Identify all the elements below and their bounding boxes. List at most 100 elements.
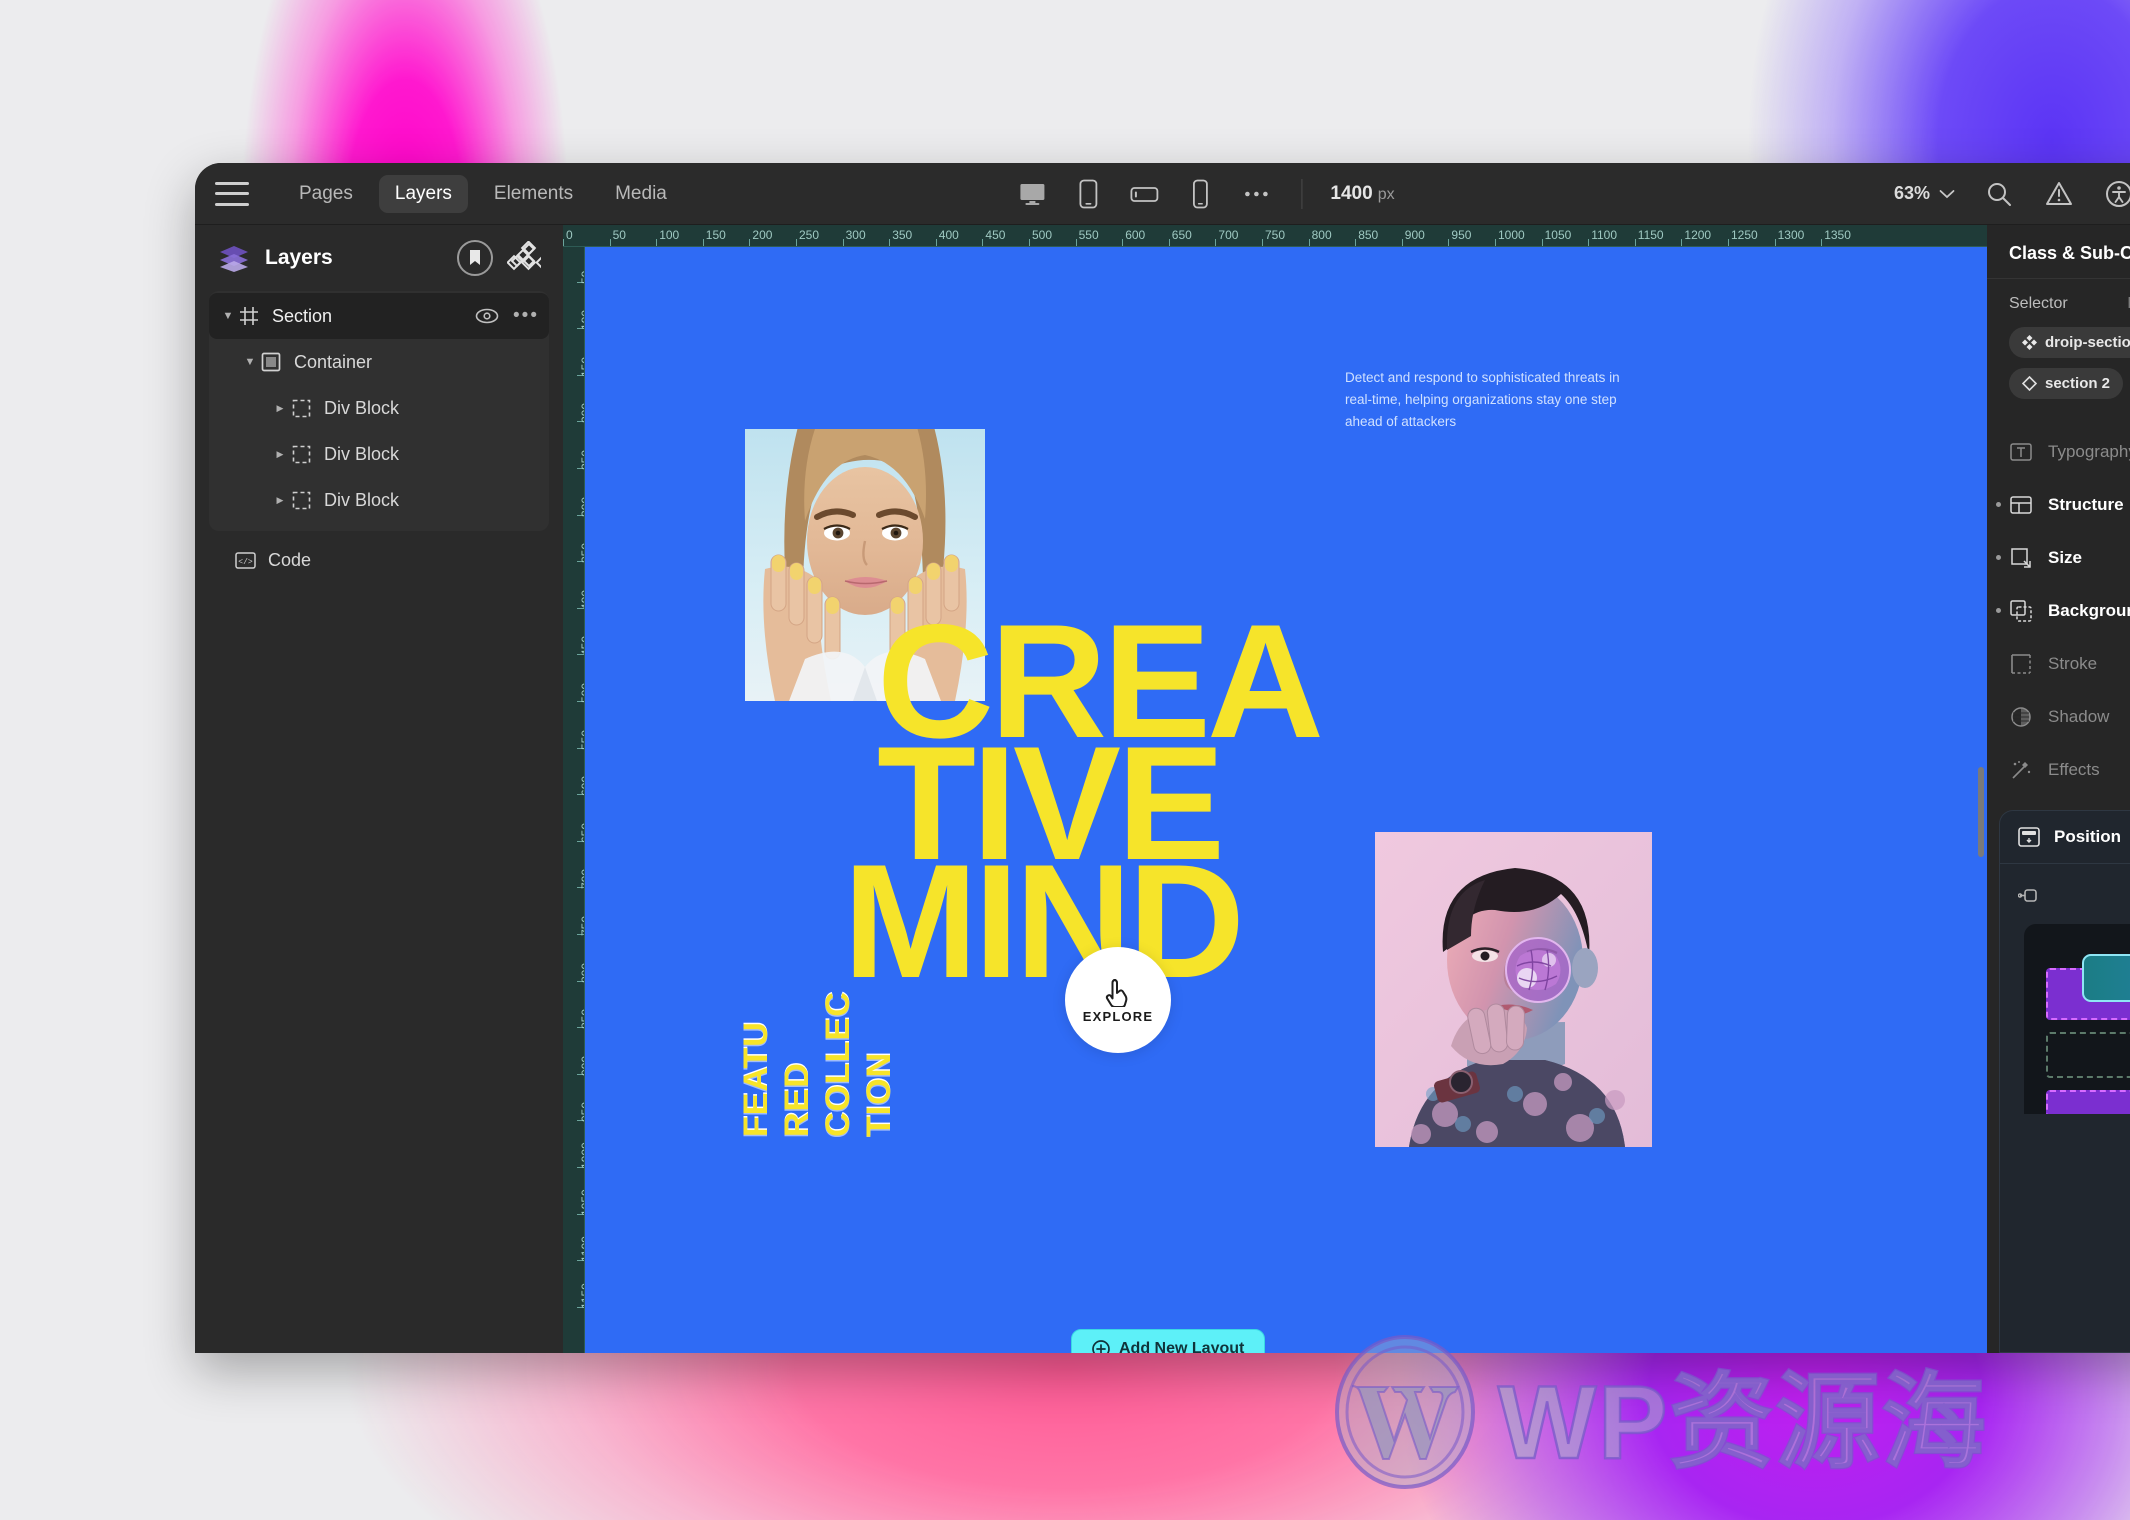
layer-row-div-block[interactable]: Div Block bbox=[209, 385, 549, 431]
body-copy-text[interactable]: Detect and respond to sophisticated thre… bbox=[1345, 367, 1625, 433]
property-size[interactable]: Size bbox=[1987, 531, 2130, 584]
four-diamond-grid-icon[interactable] bbox=[507, 241, 541, 275]
layer-tree: Section ••• bbox=[195, 291, 563, 583]
code-tag-icon: </> bbox=[233, 548, 257, 572]
layers-stack-icon bbox=[217, 243, 251, 273]
toolbar-divider bbox=[1301, 178, 1303, 209]
diamond-icon bbox=[2022, 376, 2037, 391]
layer-row-code[interactable]: </> Code bbox=[209, 537, 549, 583]
tab-layers[interactable]: Layers bbox=[378, 174, 468, 213]
layers-panel-title: Layers bbox=[265, 246, 333, 269]
layers-panel: Layers ▼ Section ••• ▼ Container ▶ Div B… bbox=[195, 225, 563, 1353]
class-chip-droip-section[interactable]: droip-section bbox=[2009, 327, 2130, 358]
eye-visibility-icon[interactable] bbox=[475, 308, 499, 324]
vertical-word: FEATU bbox=[737, 1021, 775, 1137]
headline-line-3[interactable]: MIND bbox=[843, 841, 1245, 1002]
tab-pages[interactable]: Pages bbox=[283, 175, 369, 213]
anchor-pin-icon bbox=[2018, 884, 2040, 906]
chevron-down-icon[interactable] bbox=[219, 310, 237, 322]
subclass-chip-section-2[interactable]: section 2 bbox=[2009, 368, 2124, 399]
layer-label: Div Block bbox=[324, 443, 400, 464]
chevron-right-icon[interactable] bbox=[271, 403, 289, 414]
chevron-right-icon[interactable] bbox=[271, 495, 289, 506]
layer-label: Section bbox=[272, 305, 333, 326]
container-box-icon bbox=[259, 350, 283, 374]
property-typography[interactable]: Typography bbox=[1987, 425, 2130, 478]
editor-body: Layers ▼ Section ••• ▼ Container ▶ Div B… bbox=[195, 225, 2130, 1353]
desktop-icon[interactable] bbox=[1015, 179, 1049, 209]
tablet-portrait-icon[interactable] bbox=[1071, 179, 1105, 209]
vertical-word: RED bbox=[778, 1062, 816, 1137]
position-icon bbox=[2018, 827, 2040, 847]
vertical-word: TION bbox=[860, 1051, 898, 1137]
size-resize-icon bbox=[2009, 546, 2033, 570]
stroke-border-icon bbox=[2009, 652, 2033, 676]
device-breakpoint-group: 1400 px bbox=[1015, 178, 1395, 209]
typography-icon bbox=[2009, 440, 2033, 464]
canvas-width-value[interactable]: 1400 bbox=[1330, 183, 1372, 205]
man-with-purple-gem-photo[interactable] bbox=[1375, 832, 1652, 1147]
layer-label: Container bbox=[294, 351, 373, 372]
property-background[interactable]: Background bbox=[1987, 584, 2130, 637]
property-label: Stroke bbox=[2048, 653, 2098, 673]
canvas-row: 0501001502002503003504004505005506006507… bbox=[563, 247, 1987, 1353]
hamburger-menu-icon[interactable] bbox=[215, 181, 249, 206]
box-model-diagram[interactable] bbox=[2024, 924, 2130, 1114]
layer-row-div-block[interactable]: Div Block bbox=[209, 477, 549, 523]
property-section-list: Typography Structure Size Backgrou Strok… bbox=[1987, 399, 2130, 796]
add-new-layout-button[interactable]: Add New Layout bbox=[1071, 1329, 1266, 1353]
canvas-scrollbar-thumb[interactable] bbox=[1978, 767, 1984, 857]
bookmark-circle-icon[interactable] bbox=[457, 240, 493, 276]
selector-label: Selector bbox=[2009, 295, 2068, 312]
canvas-area: 0 50 100 150 200 250 300 350 400 450 500 550 600 650 7… bbox=[563, 225, 1987, 1353]
shadow-icon bbox=[2009, 705, 2033, 729]
warning-icon[interactable] bbox=[2043, 178, 2075, 210]
tab-elements[interactable]: Elements bbox=[478, 175, 589, 213]
layer-row-section[interactable]: Section ••• bbox=[209, 293, 549, 339]
pointing-hand-cursor-icon bbox=[1105, 977, 1131, 1007]
plus-circle-icon bbox=[1092, 1340, 1110, 1353]
position-section-header[interactable]: Position bbox=[2000, 811, 2130, 864]
design-canvas[interactable]: Detect and respond to sophisticated thre… bbox=[585, 247, 1987, 1353]
chevron-right-icon[interactable] bbox=[271, 449, 289, 460]
canvas-width-unit: px bbox=[1377, 185, 1395, 203]
horizontal-ruler[interactable]: 0 50 100 150 200 250 300 350 400 450 500 550 600 650 7… bbox=[563, 225, 1987, 247]
active-dot bbox=[1996, 608, 2001, 613]
chevron-down-icon bbox=[1939, 189, 1955, 198]
class-chip-row: droip-section bbox=[1987, 317, 2130, 358]
div-block-dashed-icon bbox=[289, 442, 313, 466]
droip-editor-window: Pages Layers Elements Media 1400 px 63% … bbox=[195, 163, 2130, 1353]
top-toolbar: Pages Layers Elements Media 1400 px 63% bbox=[195, 163, 2130, 225]
property-label: Size bbox=[2048, 547, 2083, 567]
background-layers-icon bbox=[2009, 599, 2033, 623]
property-effects[interactable]: Effects bbox=[1987, 743, 2130, 796]
effects-sparkle-icon bbox=[2009, 758, 2033, 782]
position-value-row[interactable]: Static bbox=[2000, 864, 2130, 920]
layer-more-menu-icon[interactable]: ••• bbox=[513, 305, 539, 327]
accessibility-icon[interactable] bbox=[2103, 178, 2130, 210]
vertical-ruler[interactable]: 0501001502002503003504004505005506006507… bbox=[563, 247, 585, 1353]
layer-group: Section ••• bbox=[209, 291, 549, 531]
four-diamond-icon bbox=[2022, 335, 2037, 350]
explore-button[interactable]: EXPLORE bbox=[1065, 947, 1171, 1053]
layer-row-div-block[interactable]: Div Block bbox=[209, 431, 549, 477]
div-block-dashed-icon bbox=[289, 396, 313, 420]
mobile-icon[interactable] bbox=[1183, 179, 1217, 209]
featured-collection-vertical-text[interactable]: FEATU RED COLLEC TION bbox=[737, 947, 899, 1137]
section-frame-icon bbox=[237, 304, 261, 328]
structure-layout-icon bbox=[2009, 493, 2033, 517]
property-stroke[interactable]: Stroke bbox=[1987, 637, 2130, 690]
tab-media[interactable]: Media bbox=[599, 175, 683, 213]
tablet-landscape-icon[interactable] bbox=[1127, 179, 1161, 209]
property-label: Background bbox=[2048, 600, 2130, 620]
property-structure[interactable]: Structure bbox=[1987, 478, 2130, 531]
more-options-icon[interactable] bbox=[1239, 179, 1273, 209]
class-subclass-header: Class & Sub-Class bbox=[1987, 225, 2130, 279]
layer-row-container[interactable]: Container bbox=[209, 339, 549, 385]
class-chip-label: droip-section bbox=[2045, 334, 2130, 351]
property-shadow[interactable]: Shadow bbox=[1987, 690, 2130, 743]
box-model-padding bbox=[2046, 1032, 2130, 1078]
chevron-down-icon[interactable] bbox=[241, 356, 259, 368]
zoom-control[interactable]: 63% bbox=[1894, 183, 1955, 204]
search-icon[interactable] bbox=[1983, 178, 2015, 210]
